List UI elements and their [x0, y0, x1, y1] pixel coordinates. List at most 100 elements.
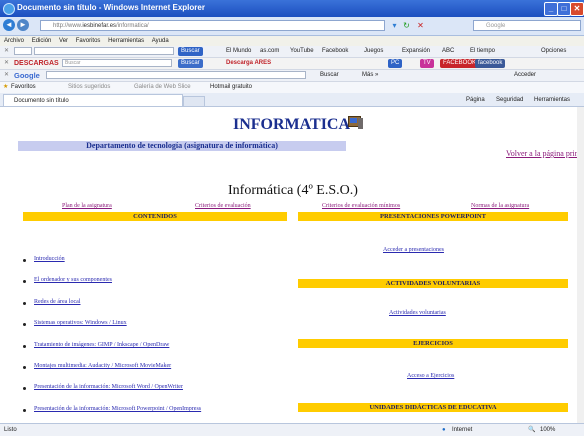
powerpoint-header: PRESENTACIONES POWERPOINT — [298, 212, 568, 221]
link-el-tiempo[interactable]: El tiempo — [470, 46, 495, 57]
google-signin-link[interactable]: Acceder — [514, 70, 536, 81]
badge-pc[interactable]: PC — [388, 59, 403, 68]
descargas-search-placeholder: Buscar — [65, 60, 81, 66]
new-tab-button[interactable] — [183, 96, 205, 107]
menu-bar: Archivo Edición Ver Favoritos Herramient… — [0, 36, 584, 46]
dropdown-icon[interactable]: ▾ — [390, 21, 399, 30]
descargas-search-button[interactable]: Buscar — [178, 59, 203, 68]
toolbar-search-button[interactable]: Buscar — [178, 47, 203, 56]
tab-active[interactable]: Documento sin título — [3, 94, 183, 106]
bullet — [23, 387, 26, 390]
list-item[interactable]: Sistemas operativos: Windows / Linux — [34, 320, 127, 326]
list-item[interactable]: Montajes multimedia: Audacity / Microsof… — [34, 363, 171, 369]
badge-facebook[interactable]: facebook — [475, 59, 506, 68]
link-as[interactable]: as.com — [260, 46, 279, 57]
badge-tv[interactable]: TV — [420, 59, 434, 68]
google-search-input[interactable] — [46, 71, 306, 79]
google-more-link[interactable]: Más » — [362, 70, 378, 81]
plan-link[interactable]: Plan de la asignatura — [62, 203, 112, 209]
close-toolbar-icon[interactable]: ✕ — [4, 70, 9, 81]
didactic-units-header: UNIDADES DIDÁCTICAS DE EDUCATIVA — [298, 403, 568, 412]
presentations-link[interactable]: Acceder a presentaciones — [383, 247, 444, 253]
link-youtube[interactable]: YouTube — [290, 46, 314, 57]
menu-ayuda[interactable]: Ayuda — [152, 38, 169, 44]
voluntary-link[interactable]: Actividades voluntarias — [389, 310, 446, 316]
stop-icon[interactable]: ✕ — [416, 21, 425, 30]
url-domain: iesbinefar.es — [82, 23, 117, 29]
badge-radio[interactable]: FACEBOOK — [440, 59, 480, 68]
fav-hotmail[interactable]: Hotmail gratuito — [210, 82, 252, 93]
exercises-link[interactable]: Acceso a Ejercicios — [407, 373, 454, 379]
toolbar-google: ✕ Google Buscar Más » Acceder — [0, 70, 584, 82]
min-criteria-link[interactable]: Criterios de evaluación mínimos — [322, 203, 400, 209]
link-el-mundo[interactable]: El Mundo — [226, 46, 251, 57]
maximize-button[interactable]: □ — [557, 2, 571, 16]
zone-label: Internet — [452, 427, 473, 433]
cmd-seguridad[interactable]: Seguridad — [496, 94, 523, 106]
close-toolbar-icon[interactable]: ✕ — [4, 46, 9, 57]
close-toolbar-icon[interactable]: ✕ — [4, 58, 9, 69]
fav-suggested-sites[interactable]: Sitios sugeridos — [68, 82, 110, 93]
refresh-icon[interactable]: ↻ — [402, 21, 411, 30]
window-title: Documento sin título - Windows Internet … — [17, 3, 205, 12]
search-field[interactable]: Google — [473, 20, 581, 31]
list-item[interactable]: Tratamiento de imágenes: GIMP / Inkscape… — [34, 342, 169, 348]
zoom-icon[interactable]: 🔍 — [528, 424, 535, 436]
voluntary-header: ACTIVIDADES VOLUNTARIAS — [298, 279, 568, 288]
minimize-button[interactable]: _ — [544, 2, 558, 16]
link-facebook[interactable]: Facebook — [322, 46, 348, 57]
back-arrow-icon[interactable]: ◄ — [3, 19, 15, 31]
menu-herramientas[interactable]: Herramientas — [108, 38, 144, 44]
tower-shape — [358, 118, 363, 129]
menu-ver[interactable]: Ver — [59, 38, 68, 44]
favorites-button[interactable]: Favoritos — [11, 82, 36, 93]
cmd-herramientas[interactable]: Herramientas — [534, 94, 570, 106]
ie-logo-icon — [3, 3, 15, 15]
tab-row: Documento sin título Página Seguridad He… — [0, 93, 584, 107]
page-content: INFORMATICA Departamento de tecnología (… — [0, 107, 584, 423]
list-item[interactable]: Presentación de la información: Microsof… — [34, 406, 201, 412]
url-path: /informatica/ — [116, 23, 149, 29]
link-abc[interactable]: ABC — [442, 46, 454, 57]
contents-header: CONTENIDOS — [23, 212, 287, 221]
close-button[interactable]: ✕ — [570, 2, 584, 16]
list-item[interactable]: Presentación de la información: Microsof… — [34, 384, 183, 390]
url-prefix: http://www. — [53, 23, 83, 29]
exercises-header: EJERCICIOS — [298, 339, 568, 348]
url-field[interactable]: http://www.iesbinefar.es/informatica/ — [40, 20, 385, 31]
globe-icon: ● — [442, 427, 446, 433]
bullet — [23, 323, 26, 326]
zoom-level[interactable]: 100% — [540, 424, 555, 436]
department-banner: Departamento de tecnología (asignatura d… — [18, 141, 346, 151]
menu-favoritos[interactable]: Favoritos — [76, 38, 101, 44]
cmd-pagina[interactable]: Página — [466, 94, 485, 106]
google-search-button[interactable]: Buscar — [320, 70, 339, 81]
criteria-link[interactable]: Criterios de evaluación — [195, 203, 251, 209]
list-item[interactable]: Introducción — [34, 256, 65, 262]
link-expansion[interactable]: Expansión — [402, 46, 430, 57]
status-text: Listo — [4, 427, 17, 433]
menu-edicion[interactable]: Edición — [32, 38, 52, 44]
toolbar-search-input[interactable] — [34, 47, 174, 55]
bullet — [23, 302, 26, 305]
bullet — [23, 345, 26, 348]
bullet — [23, 280, 26, 283]
fav-web-slice-gallery[interactable]: Galería de Web Slice — [134, 82, 191, 93]
link-juegos[interactable]: Juegos — [364, 46, 383, 57]
forward-arrow-icon[interactable]: ► — [17, 19, 29, 31]
opciones-button[interactable]: Opciones — [541, 46, 566, 57]
bullet — [23, 366, 26, 369]
descarga-ares-link[interactable]: Descarga ARES — [226, 58, 271, 69]
vertical-scrollbar[interactable] — [577, 107, 584, 423]
back-home-link[interactable]: Volver a la página principal — [506, 149, 584, 158]
course-heading: Informática (4º E.S.O.) — [228, 183, 358, 198]
list-item[interactable]: El ordenador y sus componentes — [34, 277, 112, 283]
screen-shape — [350, 118, 357, 123]
rules-link[interactable]: Normas de la asignatura — [471, 203, 529, 209]
list-item[interactable]: Redes de área local — [34, 299, 80, 305]
descargas-search-input[interactable]: Buscar — [62, 59, 172, 67]
address-bar: ◄ ► http://www.iesbinefar.es/informatica… — [0, 17, 584, 36]
menu-archivo[interactable]: Archivo — [4, 38, 24, 44]
toolbar-ask: ✕ Buscar El Mundo as.com YouTube Faceboo… — [0, 46, 584, 58]
star-icon: ★ — [3, 84, 9, 90]
